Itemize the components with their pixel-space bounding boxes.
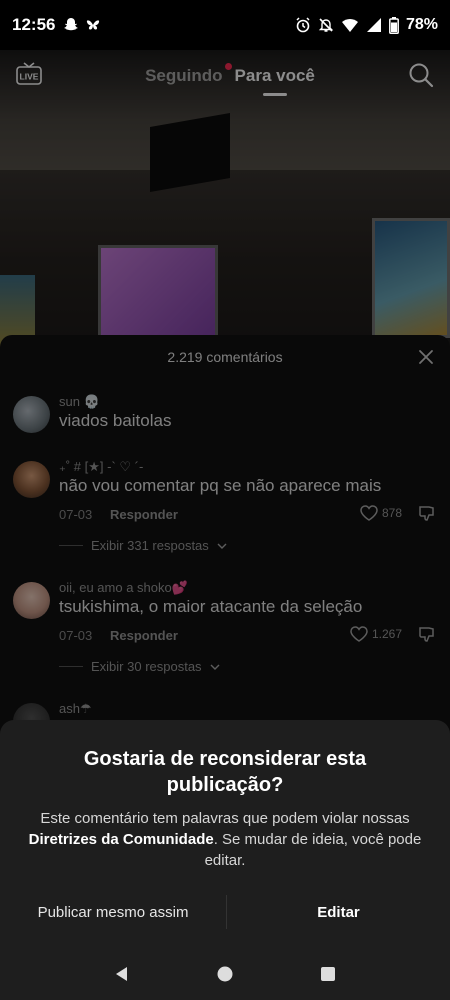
- status-bar: 12:56 78%: [0, 0, 450, 50]
- back-icon[interactable]: [113, 965, 131, 983]
- alarm-icon: [296, 17, 310, 33]
- system-nav-bar: [0, 948, 450, 1000]
- butterfly-icon: [87, 20, 100, 30]
- edit-button[interactable]: Editar: [227, 904, 450, 921]
- battery-icon: [389, 16, 399, 34]
- notification-icons: [63, 17, 101, 33]
- recents-icon[interactable]: [319, 965, 337, 983]
- status-right: 78%: [295, 16, 438, 34]
- dialog-body: Este comentário tem palavras que podem v…: [20, 808, 430, 871]
- mute-icon: [318, 18, 334, 32]
- status-time: 12:56: [12, 15, 56, 34]
- publish-anyway-button[interactable]: Publicar mesmo assim: [0, 904, 226, 921]
- community-guidelines-link[interactable]: Diretrizes da Comunidade: [29, 831, 214, 848]
- wifi-icon: [341, 19, 358, 32]
- dialog-actions: Publicar mesmo assim Editar: [0, 892, 450, 932]
- signal-icon: [366, 18, 381, 32]
- dialog-body-suffix: . Se mudar de ideia, você pode editar.: [204, 831, 422, 869]
- home-icon[interactable]: [216, 965, 234, 983]
- dialog-title: Gostaria de reconsiderar esta publicação…: [83, 748, 367, 796]
- dialog-body-text: Este comentário tem palavras que podem v…: [40, 810, 410, 827]
- reconsider-dialog: Gostaria de reconsiderar esta publicação…: [0, 720, 450, 1000]
- snapchat-icon: [64, 18, 79, 31]
- battery-percent: 78%: [405, 16, 438, 33]
